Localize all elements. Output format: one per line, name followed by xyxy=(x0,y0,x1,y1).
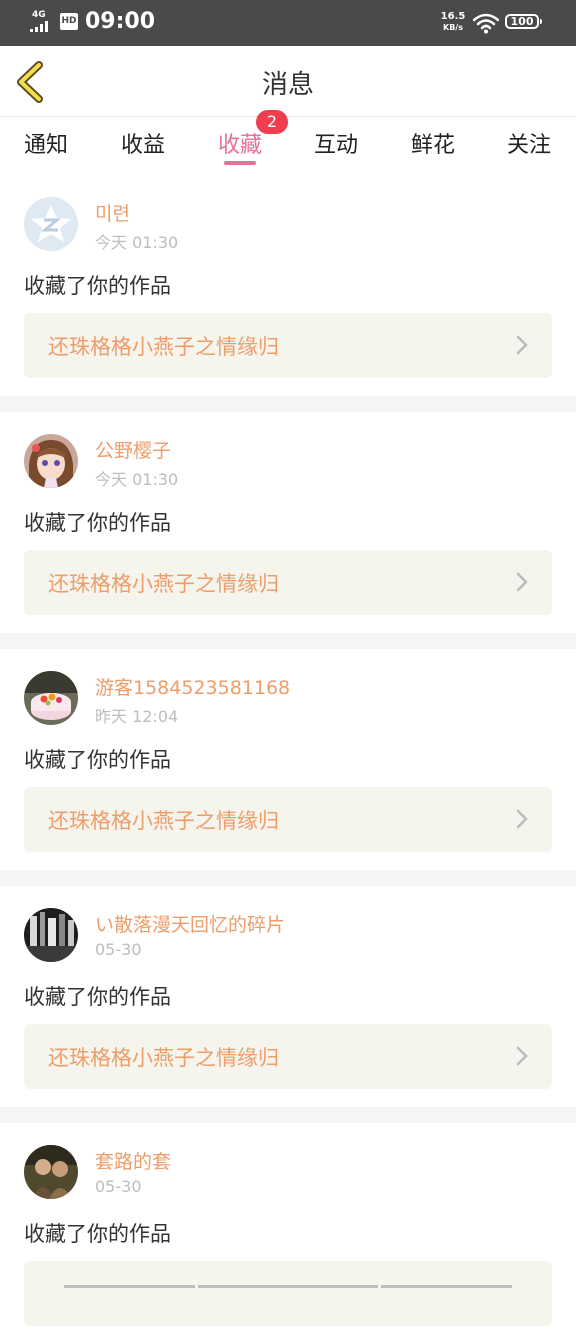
speed-value: 16.5 xyxy=(440,11,466,22)
tab-following[interactable]: 关注 xyxy=(507,127,551,159)
username[interactable]: い散落漫天回忆的碎片 xyxy=(95,910,285,937)
qzone-logo-avatar xyxy=(24,197,78,251)
photo-avatar xyxy=(24,1145,78,1199)
work-link-card[interactable]: 还珠格格小燕子之情缘归 xyxy=(24,787,552,852)
message-list: 미련 今天 01:30 收藏了你的作品 还珠格格小燕子之情缘归 公野樱子 今天 … xyxy=(0,175,576,1344)
avatar[interactable] xyxy=(24,908,78,962)
work-link-card[interactable] xyxy=(24,1261,552,1326)
username[interactable]: 套路的套 xyxy=(95,1147,171,1174)
tab-flowers[interactable]: 鲜花 xyxy=(411,127,455,159)
timestamp: 05-30 xyxy=(95,940,142,959)
active-tab-indicator xyxy=(224,161,256,165)
list-item: い散落漫天回忆的碎片 05-30 收藏了你的作品 还珠格格小燕子之情缘归 xyxy=(0,886,576,1107)
username[interactable]: 公野樱子 xyxy=(95,436,171,463)
work-link-card[interactable]: 还珠格格小燕子之情缘归 xyxy=(24,550,552,615)
avatar[interactable] xyxy=(24,1145,78,1199)
work-link-card[interactable]: 还珠格格小燕子之情缘归 xyxy=(24,1024,552,1089)
action-text: 收藏了你的作品 xyxy=(24,1222,171,1246)
divider xyxy=(0,1107,576,1123)
work-title: 还珠格格小燕子之情缘归 xyxy=(48,809,279,833)
timestamp: 今天 01:30 xyxy=(95,233,179,252)
network-speed: 16.5 KB/s xyxy=(440,11,466,33)
action-text: 收藏了你的作品 xyxy=(24,748,171,772)
list-item: 미련 今天 01:30 收藏了你的作品 还珠格格小燕子之情缘归 xyxy=(0,175,576,396)
tab-earnings[interactable]: 收益 xyxy=(121,127,165,159)
work-link-card[interactable]: 还珠格格小燕子之情缘归 xyxy=(24,313,552,378)
tab-interactions[interactable]: 互动 xyxy=(314,127,358,159)
signal-icon: 4G xyxy=(30,10,54,32)
hd-icon: HD xyxy=(60,13,78,30)
chevron-right-icon xyxy=(516,1046,528,1066)
clock: 09:00 xyxy=(85,9,156,34)
divider xyxy=(0,870,576,886)
action-text: 收藏了你的作品 xyxy=(24,274,171,298)
speed-unit: KB/s xyxy=(443,23,463,32)
timestamp: 05-30 xyxy=(95,1177,142,1196)
action-text: 收藏了你的作品 xyxy=(24,511,171,535)
network-type: 4G xyxy=(32,10,46,20)
list-item: 游客1584523581168 昨天 12:04 收藏了你的作品 还珠格格小燕子… xyxy=(0,649,576,870)
tab-notifications[interactable]: 通知 xyxy=(24,127,68,159)
chevron-right-icon xyxy=(516,809,528,829)
tab-favorites[interactable]: 收藏 xyxy=(218,127,262,159)
divider xyxy=(0,396,576,412)
battery-icon: 100 xyxy=(505,14,542,29)
timestamp: 今天 01:30 xyxy=(95,470,179,489)
timestamp: 昨天 12:04 xyxy=(95,707,179,726)
page-title: 消息 xyxy=(261,70,314,100)
header: 消息 xyxy=(0,46,576,117)
wifi-icon xyxy=(472,12,500,34)
chevron-right-icon xyxy=(516,572,528,592)
cake-avatar xyxy=(24,671,78,725)
list-item: 公野樱子 今天 01:30 收藏了你的作品 还珠格格小燕子之情缘归 xyxy=(0,412,576,633)
avatar[interactable] xyxy=(24,434,78,488)
work-title: 还珠格格小燕子之情缘归 xyxy=(48,1046,279,1070)
work-title: 还珠格格小燕子之情缘归 xyxy=(48,572,279,596)
tab-bar: 通知 收益 收藏 2 互动 鲜花 关注 xyxy=(0,110,576,175)
action-text: 收藏了你的作品 xyxy=(24,985,171,1009)
avatar[interactable] xyxy=(24,197,78,251)
unread-badge: 2 xyxy=(256,110,288,134)
username[interactable]: 미련 xyxy=(95,199,130,226)
chevron-right-icon xyxy=(516,335,528,355)
username[interactable]: 游客1584523581168 xyxy=(95,673,290,700)
street-photo-avatar xyxy=(24,908,78,962)
status-bar: 4G HD 09:00 16.5 KB/s 100 xyxy=(0,0,576,46)
list-item: 套路的套 05-30 收藏了你的作品 xyxy=(0,1123,576,1344)
avatar[interactable] xyxy=(24,671,78,725)
divider xyxy=(0,633,576,649)
gesture-bar xyxy=(0,1274,576,1288)
anime-girl-avatar xyxy=(24,434,78,488)
work-title: 还珠格格小燕子之情缘归 xyxy=(48,335,279,359)
